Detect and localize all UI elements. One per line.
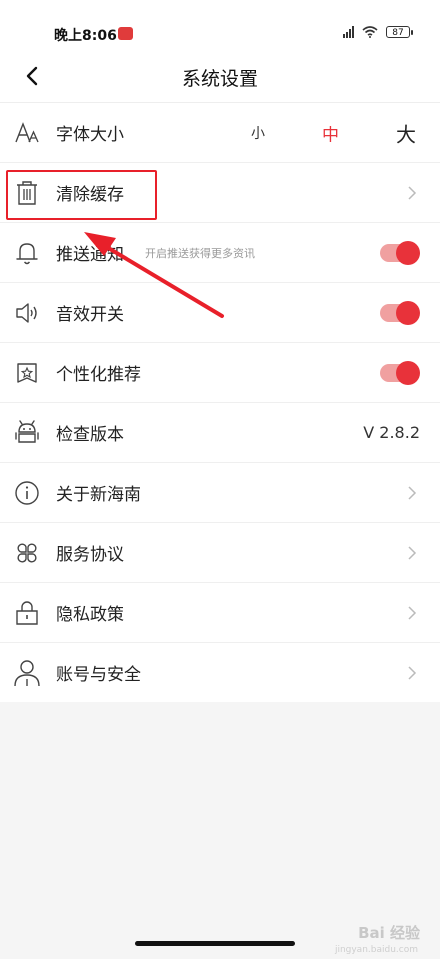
font-size-label: 字体大小 <box>56 125 124 145</box>
push-notification-description: 开启推送获得更多资讯 <box>145 246 255 260</box>
push-notification-toggle[interactable] <box>380 240 420 265</box>
chevron-right-icon <box>408 545 417 560</box>
row-privacy-policy[interactable]: 隐私政策 <box>0 583 440 643</box>
wifi-icon <box>362 26 378 38</box>
row-font-size: 字体大小 小 中 大 <box>0 103 440 163</box>
service-agreement-label: 服务协议 <box>56 545 124 565</box>
row-clear-cache[interactable]: 清除缓存 <box>0 163 440 223</box>
row-check-version[interactable]: 检查版本 V 2.8.2 <box>0 403 440 463</box>
watermark-url: jingyan.baidu.com <box>334 945 418 955</box>
watermark-logo: Bai 经验 <box>358 924 420 942</box>
about-label: 关于新海南 <box>56 485 141 505</box>
chevron-right-icon <box>408 665 417 680</box>
status-time: 晚上8:06 <box>54 28 117 44</box>
check-version-label: 检查版本 <box>56 425 124 445</box>
bell-icon <box>13 239 41 267</box>
personalized-recommendation-label: 个性化推荐 <box>56 365 141 385</box>
settings-list: 字体大小 小 中 大 清除缓存 推送通知 开启推送获得更多资讯 音效开关 个性化… <box>0 103 440 702</box>
chevron-right-icon <box>408 185 417 200</box>
status-icons: 87 <box>343 26 413 38</box>
row-account-security[interactable]: 账号与安全 <box>0 643 440 702</box>
font-size-icon <box>13 119 41 147</box>
star-bookmark-icon <box>13 359 41 387</box>
status-bar: 晚上8:06 87 <box>0 0 440 50</box>
trash-icon <box>13 179 41 207</box>
user-icon <box>13 659 41 687</box>
push-notification-label: 推送通知 <box>56 245 124 265</box>
personalized-recommendation-toggle[interactable] <box>380 360 420 385</box>
row-about[interactable]: 关于新海南 <box>0 463 440 523</box>
app-notification-icon <box>118 27 133 40</box>
clear-cache-label: 清除缓存 <box>56 185 124 205</box>
chevron-right-icon <box>408 485 417 500</box>
sound-effects-toggle[interactable] <box>380 300 420 325</box>
row-push-notification: 推送通知 开启推送获得更多资讯 <box>0 223 440 283</box>
sound-effects-label: 音效开关 <box>56 305 124 325</box>
version-value: V 2.8.2 <box>363 423 420 442</box>
clover-icon <box>13 539 41 567</box>
lock-icon <box>13 599 41 627</box>
battery-icon: 87 <box>386 26 413 38</box>
font-size-small-option[interactable]: 小 <box>251 123 265 143</box>
android-icon <box>13 419 41 447</box>
page-title: 系统设置 <box>181 68 258 90</box>
chevron-right-icon <box>408 605 417 620</box>
privacy-policy-label: 隐私政策 <box>56 605 124 625</box>
font-size-large-option[interactable]: 大 <box>396 118 416 147</box>
row-personalized-recommendation: 个性化推荐 <box>0 343 440 403</box>
account-security-label: 账号与安全 <box>56 665 141 685</box>
info-icon <box>13 479 41 507</box>
signal-icon <box>343 26 354 38</box>
row-service-agreement[interactable]: 服务协议 <box>0 523 440 583</box>
row-sound-effects: 音效开关 <box>0 283 440 343</box>
font-size-medium-option[interactable]: 中 <box>322 120 339 145</box>
speaker-icon <box>13 299 41 327</box>
home-indicator[interactable] <box>135 941 295 946</box>
nav-bar: 系统设置 <box>0 50 440 103</box>
